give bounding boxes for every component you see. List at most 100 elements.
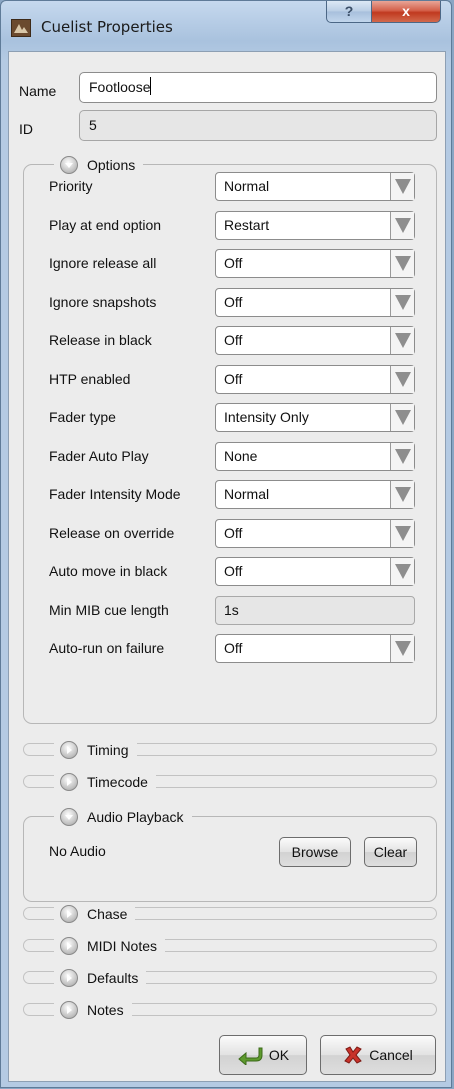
- option-readonly-field: 1s: [215, 595, 415, 625]
- dropdown-arrow-icon[interactable]: [390, 635, 414, 662]
- option-dropdown[interactable]: Restart: [215, 210, 415, 240]
- option-label: HTP enabled: [49, 370, 131, 387]
- option-label: Fader type: [49, 409, 116, 425]
- option-value: Off: [224, 524, 243, 541]
- ok-label: OK: [268, 1047, 290, 1063]
- browse-button[interactable]: Browse: [279, 837, 351, 867]
- dropdown-arrow-icon[interactable]: [390, 173, 414, 200]
- chase-group: Chase: [23, 903, 437, 925]
- option-value: Off: [224, 332, 243, 348]
- option-value: 1s: [224, 601, 239, 618]
- ok-arrow-icon: [238, 1047, 263, 1065]
- midi-notes-header[interactable]: MIDI Notes: [54, 935, 166, 957]
- dropdown-arrow-icon[interactable]: [390, 327, 414, 354]
- expand-toggle-icon[interactable]: [60, 741, 78, 759]
- option-label: Release on override: [49, 524, 175, 541]
- expand-toggle-icon[interactable]: [60, 1001, 78, 1019]
- defaults-title: Defaults: [87, 970, 139, 986]
- ok-button[interactable]: OK: [219, 1035, 307, 1075]
- midi-notes-group: MIDI Notes: [23, 935, 437, 957]
- audio-status: No Audio: [49, 843, 106, 859]
- timecode-header[interactable]: Timecode: [54, 771, 156, 793]
- chase-header[interactable]: Chase: [54, 903, 136, 925]
- app-icon: [11, 19, 31, 37]
- cancel-button[interactable]: Cancel: [320, 1035, 436, 1075]
- option-label: Priority: [49, 178, 93, 194]
- defaults-header[interactable]: Defaults: [54, 967, 147, 989]
- clear-button[interactable]: Clear: [364, 837, 417, 867]
- option-label: Ignore release all: [49, 255, 157, 271]
- collapse-toggle-icon[interactable]: [60, 808, 78, 826]
- option-label: Fader Intensity Mode: [49, 486, 181, 502]
- option-dropdown[interactable]: Normal: [215, 172, 415, 201]
- text-caret: [150, 77, 152, 95]
- defaults-group: Defaults: [23, 967, 437, 989]
- option-dropdown[interactable]: Off: [215, 518, 415, 548]
- dropdown-arrow-icon[interactable]: [390, 211, 414, 239]
- dialog-content: Name Footloose ID 5 Options Priority Norm…: [8, 51, 446, 1082]
- id-label: ID: [19, 121, 33, 137]
- timing-header[interactable]: Timing: [54, 739, 137, 761]
- dropdown-arrow-icon[interactable]: [390, 481, 414, 508]
- option-dropdown[interactable]: Normal: [215, 480, 415, 509]
- audio-header[interactable]: Audio Playback: [54, 806, 192, 828]
- window-title: Cuelist Properties: [41, 18, 173, 36]
- option-label: Auto move in black: [49, 563, 168, 579]
- options-title: Options: [87, 157, 136, 173]
- notes-title: Notes: [87, 1002, 124, 1018]
- collapse-toggle-icon[interactable]: [60, 156, 78, 174]
- option-value: Off: [224, 370, 243, 387]
- dropdown-arrow-icon[interactable]: [390, 404, 414, 431]
- option-label: Play at end option: [49, 216, 162, 233]
- id-value: 5: [89, 117, 97, 133]
- expand-toggle-icon[interactable]: [60, 905, 78, 923]
- timing-group: Timing: [23, 739, 437, 761]
- option-value: None: [224, 447, 258, 464]
- name-input[interactable]: Footloose: [79, 72, 437, 103]
- expand-toggle-icon[interactable]: [60, 937, 78, 955]
- option-value: Off: [224, 563, 243, 579]
- id-field: 5: [79, 110, 437, 141]
- dropdown-arrow-icon[interactable]: [390, 288, 414, 316]
- expand-toggle-icon[interactable]: [60, 969, 78, 987]
- timecode-group: Timecode: [23, 771, 437, 793]
- option-dropdown[interactable]: Off: [215, 634, 415, 663]
- option-dropdown[interactable]: None: [215, 441, 415, 471]
- expand-toggle-icon[interactable]: [60, 773, 78, 791]
- chase-title: Chase: [87, 906, 128, 922]
- close-button[interactable]: x: [371, 1, 441, 23]
- option-label: Ignore snapshots: [49, 293, 157, 310]
- options-header[interactable]: Options: [54, 154, 144, 176]
- option-dropdown[interactable]: Intensity Only: [215, 403, 415, 432]
- dropdown-arrow-icon[interactable]: [390, 519, 414, 547]
- dropdown-arrow-icon[interactable]: [390, 442, 414, 470]
- option-dropdown[interactable]: Off: [215, 287, 415, 317]
- option-dropdown[interactable]: Off: [215, 249, 415, 278]
- midi-notes-title: MIDI Notes: [87, 938, 158, 954]
- option-dropdown[interactable]: Off: [215, 557, 415, 586]
- timecode-title: Timecode: [87, 774, 148, 790]
- dropdown-arrow-icon[interactable]: [390, 250, 414, 277]
- option-value: Normal: [224, 178, 270, 194]
- dropdown-arrow-icon[interactable]: [390, 365, 414, 393]
- notes-group: Notes: [23, 999, 437, 1021]
- help-button[interactable]: ?: [326, 1, 372, 23]
- timing-title: Timing: [87, 742, 129, 758]
- option-value: Off: [224, 255, 243, 271]
- option-label: Min MIB cue length: [49, 601, 169, 618]
- option-dropdown[interactable]: Off: [215, 326, 415, 355]
- option-value: Off: [224, 640, 243, 656]
- name-value: Footloose: [89, 79, 151, 95]
- title-bar[interactable]: Cuelist Properties ? x: [1, 1, 453, 51]
- option-dropdown[interactable]: Off: [215, 364, 415, 394]
- option-value: Restart: [224, 216, 270, 233]
- notes-header[interactable]: Notes: [54, 999, 132, 1021]
- dialog-window: Cuelist Properties ? x Name Footloose ID…: [0, 0, 452, 1088]
- option-label: Fader Auto Play: [49, 447, 149, 464]
- cancel-x-icon: [344, 1046, 362, 1064]
- option-label: Release in black: [49, 332, 152, 348]
- option-value: Off: [224, 293, 243, 310]
- option-value: Intensity Only: [224, 409, 309, 425]
- name-label: Name: [19, 83, 57, 99]
- dropdown-arrow-icon[interactable]: [390, 558, 414, 585]
